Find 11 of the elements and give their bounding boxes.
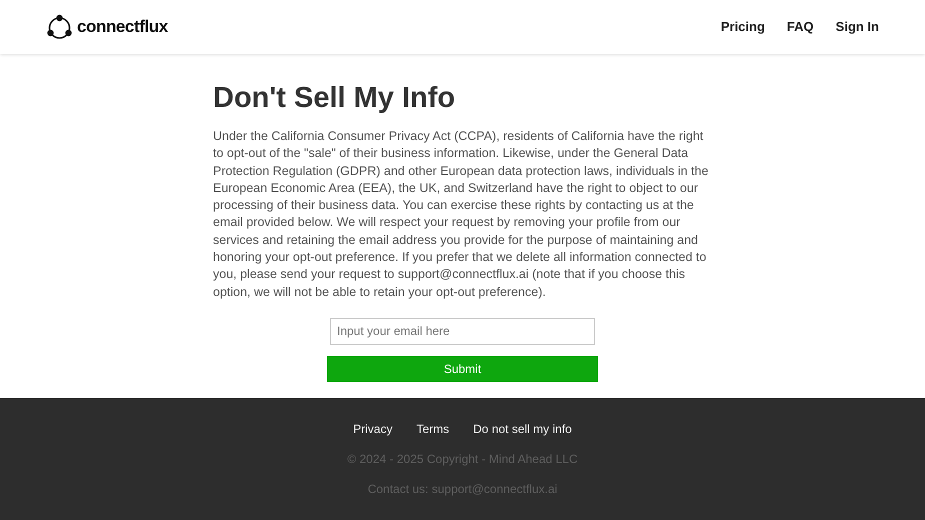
page-title: Don't Sell My Info — [213, 81, 456, 116]
nav-link[interactable]: Pricing — [720, 17, 765, 37]
logo-text[interactable]: connectflux — [77, 14, 168, 40]
logo-icon — [46, 14, 73, 40]
footer-link[interactable]: Terms — [416, 420, 450, 438]
footer-link[interactable]: Privacy — [353, 420, 392, 438]
body-paragraph: Under the California Consumer Privacy Act (CCPA), residents of California have the right to opt-out of the "sale" of their business information. Likewise, under the General Data Protection Regulation (GDPR) and other European data protection laws, individuals in the European Economic Area (EEA), the UK, and Switzerland have the right to object to our processing of their business data. You can exercise these rights by contacting us at the email provided below. We will respect your request by removing your profile from our services and retaining the email address you provide for the purpose of maintaining and honoring your opt-out preference. If you prefer that we delete all information connected to you, please send your request to support@connectflux.ai (note that if you choose this option, we will not be able to retain your opt-out preference). — [213, 128, 710, 301]
email-field[interactable]: Input your email here — [330, 318, 595, 345]
footer-link[interactable]: Do not sell my info — [473, 420, 572, 438]
nav-link[interactable]: FAQ — [786, 17, 814, 37]
nav-link[interactable]: Sign In — [836, 17, 879, 37]
